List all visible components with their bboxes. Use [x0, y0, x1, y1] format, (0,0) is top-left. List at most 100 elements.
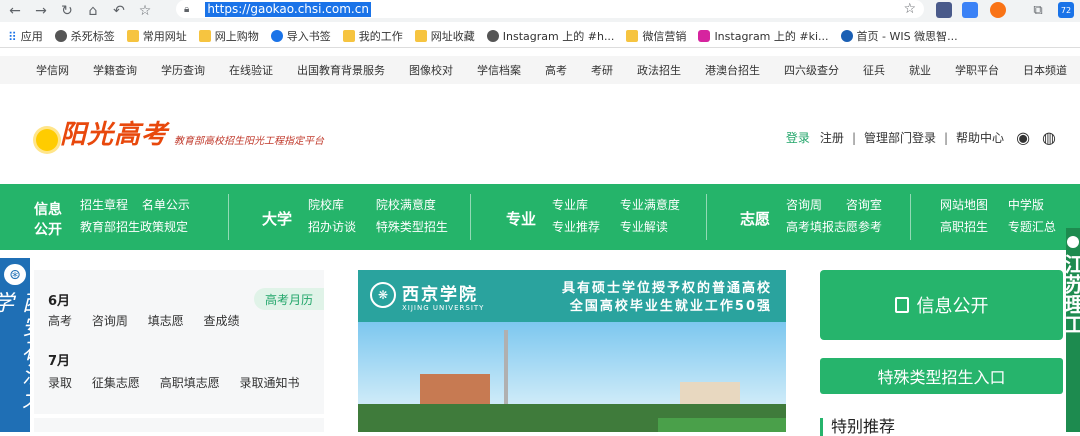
nav-link[interactable]: 专业推荐 [552, 216, 600, 238]
top-nav: 学信网 学籍查询 学历查询 在线验证 出国教育背景服务 图像校对 学信档案 高考… [0, 56, 1080, 84]
nav-link[interactable]: 院校满意度 [376, 194, 436, 216]
help-center-link[interactable]: 帮助中心 [956, 129, 1004, 146]
calendar-link[interactable]: 征集志愿 [92, 376, 140, 390]
home-icon[interactable]: ⌂ [82, 0, 104, 22]
topnav-link[interactable]: 学信档案 [477, 62, 521, 78]
topnav-link[interactable]: 就业 [909, 62, 931, 78]
special-admission-button[interactable]: 特殊类型招生入口 [820, 358, 1063, 394]
nav-link[interactable]: 专业库 [552, 194, 588, 216]
bookmark-folder[interactable]: 常用网址 [126, 28, 187, 44]
calendar-link[interactable]: 录取 [48, 376, 72, 390]
bookmark-label: 常用网址 [142, 29, 187, 43]
side-ad-text: 江苏理工 [1066, 254, 1080, 334]
university-banner[interactable]: ❋ 西京学院 XIJING UNIVERSITY 具有硕士学位授予权的普通高校 … [358, 270, 786, 432]
nav-link[interactable]: 招办访谈 [308, 216, 356, 238]
topnav-link[interactable]: 图像校对 [409, 62, 453, 78]
register-link[interactable]: 注册 [820, 129, 844, 146]
calendar-link[interactable]: 录取通知书 [240, 376, 300, 390]
bookmark-star-icon[interactable]: ☆ [134, 0, 156, 22]
calendar-link[interactable]: 填志愿 [148, 314, 184, 328]
bookmark-folder[interactable]: 微信营销 [626, 28, 686, 44]
nav-link[interactable]: 网站地图 [940, 194, 988, 216]
nav-major-links: 专业库 专业满意度 专业推荐 专业解读 [552, 194, 690, 238]
topnav-link[interactable]: 学籍查询 [93, 62, 137, 78]
address-bar[interactable]: 🔒︎ https://gaokao.chsi.com.cn ☆ [176, 0, 924, 18]
topnav-link[interactable]: 日本频道 [1023, 62, 1067, 78]
history-back-icon[interactable]: ↶ [108, 0, 130, 22]
nav-uni-links: 院校库 院校满意度 招办访谈 特殊类型招生 [308, 194, 458, 238]
bookmark-item[interactable]: Instagram 上的 #ki... [698, 28, 829, 44]
topnav-link[interactable]: 出国教育背景服务 [297, 62, 385, 78]
bookmark-folder[interactable]: 网址收藏 [414, 28, 475, 44]
back-arrow-icon[interactable]: ← [4, 0, 26, 22]
main-nav: 信息 公开 招生章程 名单公示 教育部招生政策规定 大学 院校库 院校满意度 招… [0, 184, 1080, 250]
nav-link[interactable]: 教育部招生政策规定 [80, 216, 188, 238]
topnav-link[interactable]: 港澳台招生 [705, 62, 760, 78]
extension-icon[interactable] [962, 2, 978, 18]
university-name-en: XIJING UNIVERSITY [402, 304, 485, 312]
bookmark-apps[interactable]: ⠿ 应用 [8, 28, 43, 44]
url-text[interactable]: https://gaokao.chsi.com.cn [205, 1, 371, 17]
extension-icon[interactable] [990, 2, 1006, 18]
nav-section-label: 专业 [506, 210, 537, 228]
nav-link[interactable]: 中学版 [1008, 194, 1044, 216]
site-logo[interactable]: 阳光高考 教育部高校招生阳光工程指定平台 [36, 114, 324, 151]
slogan-line: 具有硕士学位授予权的普通高校 [561, 281, 772, 296]
bookmark-folder[interactable]: 我的工作 [342, 28, 403, 44]
topnav-link[interactable]: 学信网 [36, 62, 69, 78]
extension-badge[interactable]: 72 [1058, 2, 1074, 18]
globe-icon [54, 29, 67, 42]
bookmark-label: 网上购物 [214, 29, 259, 43]
calendar-row: 高考 咨询周 填志愿 查成绩 [48, 312, 256, 329]
nav-link[interactable]: 高职招生 [940, 216, 988, 238]
folder-icon [126, 29, 139, 42]
document-icon [894, 297, 909, 313]
topnav-link[interactable]: 考研 [591, 62, 613, 78]
wechat-icon[interactable]: ◍ [1042, 128, 1056, 147]
topnav-link[interactable]: 在线验证 [229, 62, 273, 78]
side-ad-left[interactable]: ⊛ 西安石油大学 [0, 258, 43, 432]
forward-arrow-icon[interactable]: → [30, 0, 52, 22]
nav-link[interactable]: 特殊类型招生 [376, 216, 448, 238]
bookmark-item[interactable]: 杀死标签 [54, 28, 115, 44]
calendar-link[interactable]: 咨询周 [92, 314, 128, 328]
nav-link[interactable]: 咨询周 [786, 194, 822, 216]
nav-link[interactable]: 专题汇总 [1008, 216, 1056, 238]
nav-other-links: 网站地图 中学版 高职招生 专题汇总 [940, 194, 1066, 238]
calendar-link[interactable]: 高考 [48, 314, 72, 328]
weibo-icon[interactable]: ◉ [1016, 128, 1030, 147]
extension-icon[interactable] [936, 2, 952, 18]
bookmark-item[interactable]: 导入书签 [270, 28, 331, 44]
topnav-link[interactable]: 高考 [545, 62, 567, 78]
topnav-link[interactable]: 征兵 [863, 62, 885, 78]
bookmark-folder[interactable]: 网上购物 [198, 28, 259, 44]
nav-link[interactable]: 专业解读 [620, 216, 668, 238]
nav-wish-links: 咨询周 咨询室 高考填报志愿参考 [786, 194, 892, 238]
star-icon[interactable]: ☆ [903, 1, 916, 17]
nav-link[interactable]: 高考填报志愿参考 [786, 216, 882, 238]
nav-link[interactable]: 招生章程 [80, 194, 128, 216]
calendar-link[interactable]: 查成绩 [204, 314, 240, 328]
divider: | [944, 130, 949, 145]
bookmark-item[interactable]: 首页 - WIS 微思智... [840, 28, 958, 44]
admin-login-link[interactable]: 管理部门登录 [864, 129, 936, 146]
window-icon[interactable]: ⧉ [1030, 2, 1046, 18]
topnav-link[interactable]: 政法招生 [637, 62, 681, 78]
nav-link[interactable]: 名单公示 [142, 194, 190, 216]
topnav-link[interactable]: 学职平台 [955, 62, 999, 78]
calendar-link[interactable]: 高职填志愿 [160, 376, 220, 390]
slogan-line: 全国高校毕业生就业工作50强 [569, 299, 772, 314]
nav-link[interactable]: 院校库 [308, 194, 344, 216]
login-link[interactable]: 登录 [786, 129, 810, 146]
nav-link[interactable]: 专业满意度 [620, 194, 680, 216]
info-open-button[interactable]: 信息公开 [820, 270, 1063, 340]
side-ad-right[interactable]: 江苏理工 [1066, 228, 1080, 432]
calendar-tag[interactable]: 高考月历 [254, 288, 324, 310]
sun-icon [36, 129, 58, 151]
reload-icon[interactable]: ↻ [56, 0, 78, 22]
instagram-icon [698, 29, 711, 42]
topnav-link[interactable]: 四六级查分 [784, 62, 839, 78]
bookmark-item[interactable]: Instagram 上的 #h... [486, 28, 614, 44]
topnav-link[interactable]: 学历查询 [161, 62, 205, 78]
nav-link[interactable]: 咨询室 [846, 194, 882, 216]
